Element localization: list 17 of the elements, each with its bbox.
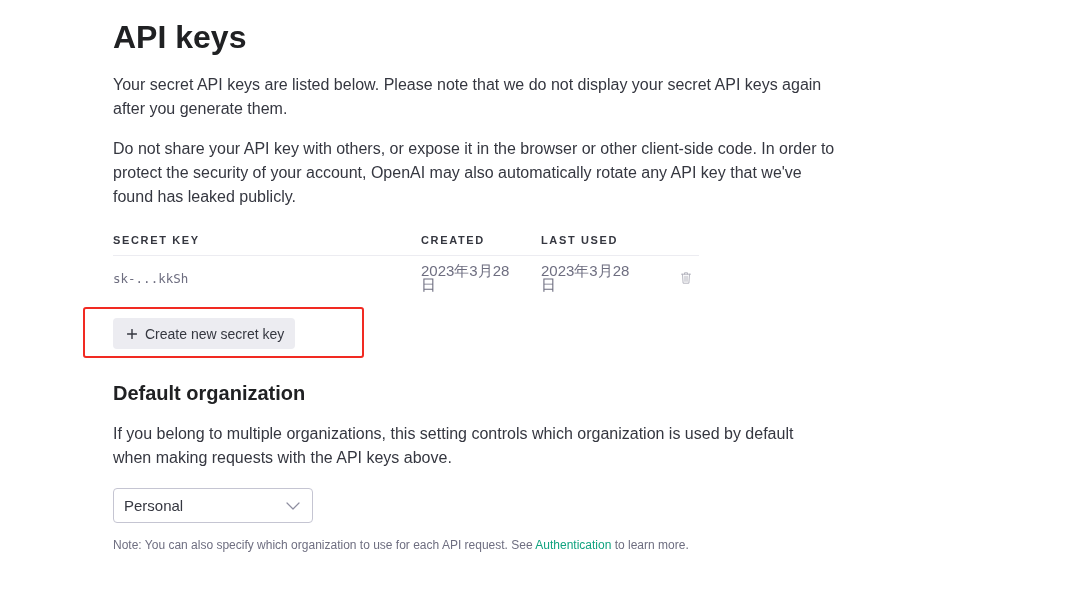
trash-icon[interactable] [681, 272, 691, 284]
note-text: Note: You can also specify which organization to use for each API request. See Authentication to learn more. [113, 537, 690, 553]
column-header: CREATED [421, 233, 486, 248]
paragraph: Do not share your API key with others, or expose it in the browser or other client-side code. In order to protect the security of your account, OpenAI may also automatically rotate any API key that we've found has leaked publicly. [113, 139, 836, 207]
page-title: API keys [113, 18, 248, 57]
organization-dropdown[interactable]: Personal [113, 488, 313, 523]
created-date-cell-text: 2023年3月28日 [421, 264, 511, 292]
section-heading: Default organization [113, 381, 307, 406]
paragraph: Your secret API keys are listed below. Please note that we do not display your secret API keys again after you generate them. [113, 75, 823, 119]
secret-key-cell: sk-...kkSh [113, 270, 189, 286]
plus-icon [127, 328, 137, 339]
column-header: SECRET KEY [113, 233, 201, 248]
last-used-date-cell-text: 2023年3月28日 [541, 264, 631, 292]
column-header: LAST USED [541, 233, 620, 248]
chevron-down-icon [286, 501, 300, 510]
paragraph: If you belong to multiple organizations, this setting controls which organization is used by default when making requests with the API keys above. [113, 424, 795, 468]
create-key-button[interactable]: Create new secret key [113, 318, 296, 349]
